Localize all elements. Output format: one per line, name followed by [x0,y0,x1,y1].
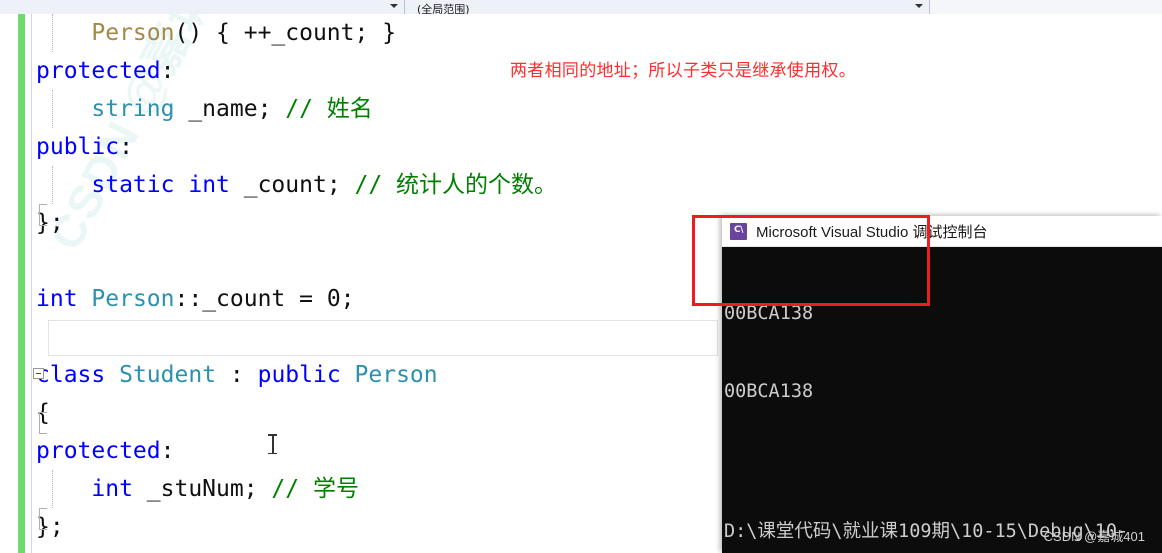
code-token: public [257,362,341,388]
console-output-line: 00BCA138 [724,303,814,324]
console-title-text: Microsoft Visual Studio 调试控制台 [756,223,988,241]
code-token: Person [91,286,175,312]
code-token: protected [36,438,161,464]
csdn-watermark: CSDN @嘉城401 [1043,529,1145,544]
code-token: : [160,438,175,464]
scope-dropdown-value: (全局范围) [417,2,470,15]
visual-studio-console-icon: C\ [730,222,747,240]
indent-guide [52,166,54,204]
console-icon-glyph: C\ [734,224,743,235]
code-token: _stuNum; [132,476,272,502]
navigation-bar-filler [930,0,1162,14]
code-token: protected [36,58,161,84]
code-token: : [119,134,133,160]
code-token: : [160,58,175,84]
code-token: int [188,172,230,198]
code-token: int [91,476,133,502]
red-annotation-text: 两者相同的地址；所以子类只是继承使用权。 [510,61,856,81]
code-token: // 姓名 [285,96,373,122]
code-token: _name; [174,96,286,122]
code-token: static [91,172,175,198]
code-token: _count; [229,172,355,198]
code-token: () { ++_count; } [174,20,397,46]
blank-line-outline [48,320,718,356]
indent-guide [52,470,54,508]
code-token: Person [91,20,175,46]
indent-guide [52,14,54,52]
chevron-down-icon[interactable] [915,4,923,8]
code-token: Student [119,362,217,388]
structure-bracket [39,508,47,530]
scope-dropdown[interactable]: (全局范围) [405,0,930,14]
collapse-region-icon[interactable] [33,368,44,379]
code-token: int [36,286,78,312]
console-title-bar[interactable]: C\ Microsoft Visual Studio 调试控制台 [722,216,1162,247]
console-output[interactable]: 00BCA138 00BCA138 D:\课堂代码\就业课109期\10-15\… [722,247,1162,553]
code-token: : [216,362,258,388]
structure-bracket [39,204,47,226]
structure-bracket [39,412,47,434]
console-output-line: 00BCA138 [724,381,814,402]
editor-navigation-bar: (全局范围) [0,0,1162,14]
code-token: // 统计人的个数。 [354,172,558,198]
code-token: string [91,96,175,122]
indent-guide [52,90,54,128]
line-public-person[interactable]: public: [0,128,1162,166]
line-person-ctor[interactable]: Person() { ++_count; } [0,14,1162,52]
debug-console-window[interactable]: C\ Microsoft Visual Studio 调试控制台 00BCA13… [722,216,1162,553]
line-string-name[interactable]: string _name; // 姓名 [0,90,1162,128]
scope-member-dropdown[interactable] [0,0,405,14]
code-token: // 学号 [271,476,359,502]
chevron-down-icon[interactable] [390,4,398,8]
code-token: ::_count = 0; [174,286,355,312]
line-static-count[interactable]: static int _count; // 统计人的个数。 [0,166,1162,204]
code-token: Person [354,362,438,388]
screenshot-root: (全局范围) CSDN @嘉城401 Person() { ++_count; … [0,0,1162,553]
code-token: class [36,362,106,388]
code-token: public [36,134,120,160]
